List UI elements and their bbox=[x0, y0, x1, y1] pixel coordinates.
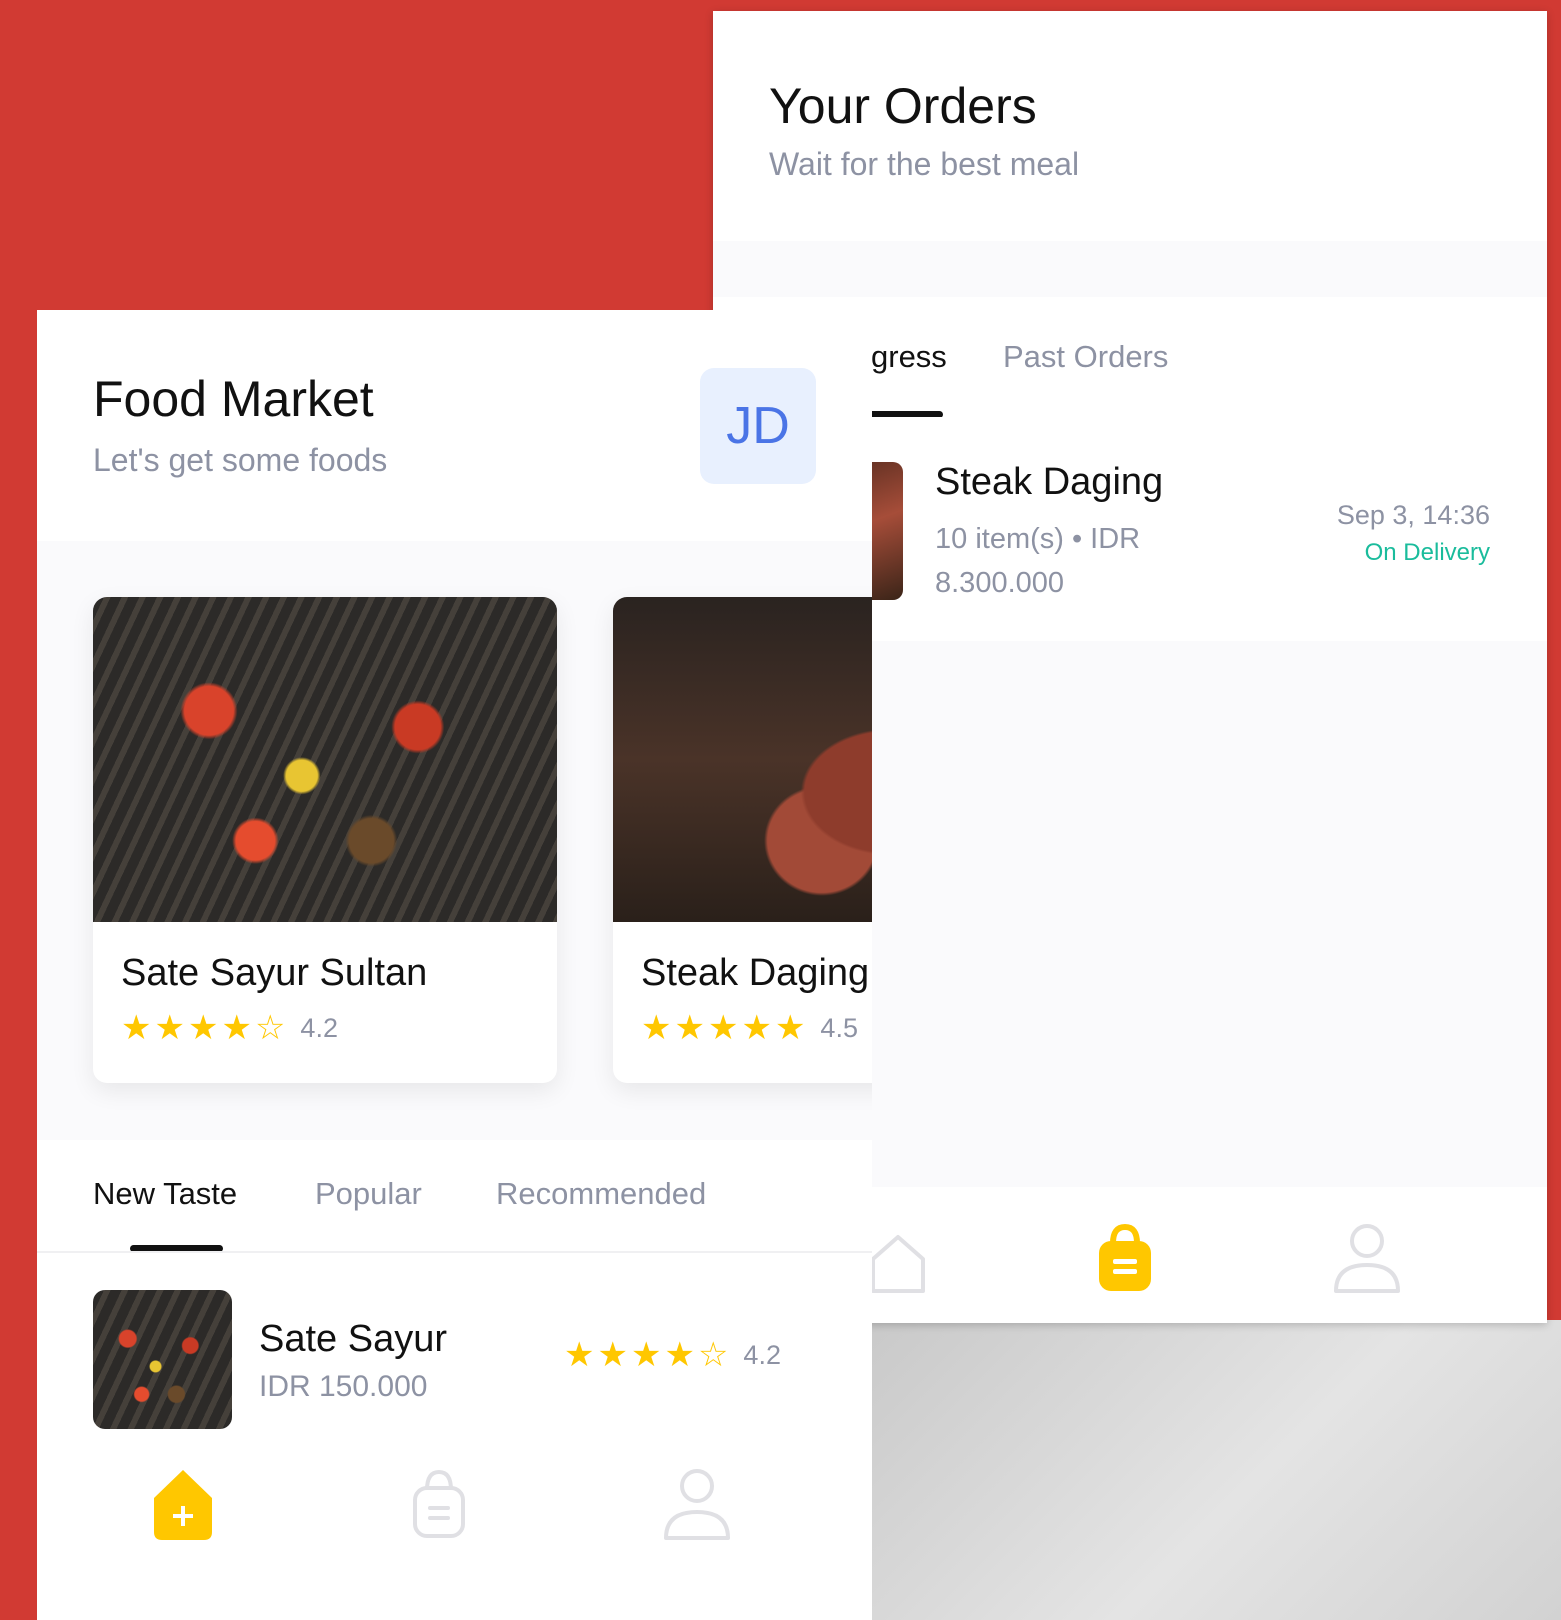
user-icon[interactable] bbox=[1331, 1221, 1403, 1295]
order-name: Steak Daging bbox=[935, 461, 1164, 503]
rating-value: 4.2 bbox=[300, 1012, 338, 1043]
star-filled-icon: ★ bbox=[597, 1336, 628, 1374]
rating-stars: ★ ★ ★ ★ ★ 4.5 bbox=[641, 1011, 858, 1045]
list-item[interactable]: Sate Sayur IDR 150.000 ★ ★ ★ ★ ☆ 4.2 bbox=[37, 1290, 872, 1430]
star-filled-icon: ★ bbox=[221, 1009, 252, 1047]
order-date: Sep 3, 14:36 bbox=[1336, 500, 1490, 530]
featured-food-card[interactable]: Steak Daging ★ ★ ★ ★ ★ 4.5 bbox=[613, 597, 872, 1083]
home-icon[interactable] bbox=[863, 1229, 933, 1299]
avatar[interactable]: JD bbox=[700, 368, 816, 484]
star-filled-icon: ★ bbox=[774, 1009, 806, 1047]
home-icon[interactable] bbox=[150, 1466, 216, 1542]
food-image bbox=[613, 597, 872, 922]
star-filled-icon: ★ bbox=[121, 1009, 152, 1047]
background-texture bbox=[870, 1320, 1561, 1620]
tab-popular[interactable]: Popular bbox=[315, 1176, 422, 1212]
divider bbox=[37, 1251, 872, 1253]
star-filled-icon: ★ bbox=[630, 1336, 662, 1374]
shopping-bag-icon[interactable] bbox=[411, 1468, 467, 1540]
shopping-bag-icon[interactable] bbox=[1095, 1223, 1155, 1295]
market-header: Food Market Let's get some foods JD bbox=[37, 310, 872, 541]
star-filled-icon: ★ bbox=[564, 1336, 595, 1374]
star-filled-icon: ★ bbox=[664, 1336, 695, 1374]
page-title: Your Orders bbox=[769, 78, 1037, 134]
rating-value: 4.5 bbox=[820, 1012, 858, 1043]
rating-stars: ★ ★ ★ ★ ☆ 4.2 bbox=[564, 1338, 781, 1372]
rating-stars: ★ ★ ★ ★ ☆ 4.2 bbox=[121, 1011, 338, 1045]
star-filled-icon: ★ bbox=[741, 1009, 772, 1047]
rating-value: 4.2 bbox=[743, 1339, 781, 1370]
star-filled-icon: ★ bbox=[707, 1009, 739, 1047]
star-empty-icon: ☆ bbox=[697, 1336, 729, 1374]
food-thumbnail bbox=[93, 1290, 232, 1429]
tab-in-progress[interactable]: gress bbox=[871, 339, 947, 375]
order-status: On Delivery bbox=[1364, 539, 1490, 566]
tab-recommended[interactable]: Recommended bbox=[496, 1176, 706, 1212]
bottom-nav bbox=[37, 1460, 872, 1620]
orders-header: Your Orders Wait for the best meal bbox=[713, 11, 1547, 241]
page-title: Food Market bbox=[93, 371, 374, 427]
food-price: IDR 150.000 bbox=[259, 1370, 428, 1403]
order-items: 10 item(s) • IDR 8.300.000 bbox=[935, 523, 1141, 599]
food-image bbox=[93, 597, 557, 922]
food-name: Sate Sayur Sultan bbox=[121, 952, 428, 994]
tab-past-orders[interactable]: Past Orders bbox=[1003, 339, 1168, 375]
food-name: Steak Daging bbox=[641, 952, 870, 994]
star-empty-icon: ☆ bbox=[254, 1009, 286, 1047]
page-subtitle: Wait for the best meal bbox=[769, 146, 1080, 182]
food-market-screen: Food Market Let's get some foods JD Sate… bbox=[37, 310, 872, 1620]
user-icon[interactable] bbox=[661, 1466, 733, 1542]
featured-food-card[interactable]: Sate Sayur Sultan ★ ★ ★ ★ ☆ 4.2 bbox=[93, 597, 557, 1083]
star-filled-icon: ★ bbox=[187, 1009, 219, 1047]
star-filled-icon: ★ bbox=[641, 1009, 672, 1047]
star-filled-icon: ★ bbox=[674, 1009, 705, 1047]
food-name: Sate Sayur bbox=[259, 1318, 447, 1360]
star-filled-icon: ★ bbox=[154, 1009, 185, 1047]
page-subtitle: Let's get some foods bbox=[93, 442, 388, 478]
tab-new-taste[interactable]: New Taste bbox=[93, 1176, 237, 1212]
